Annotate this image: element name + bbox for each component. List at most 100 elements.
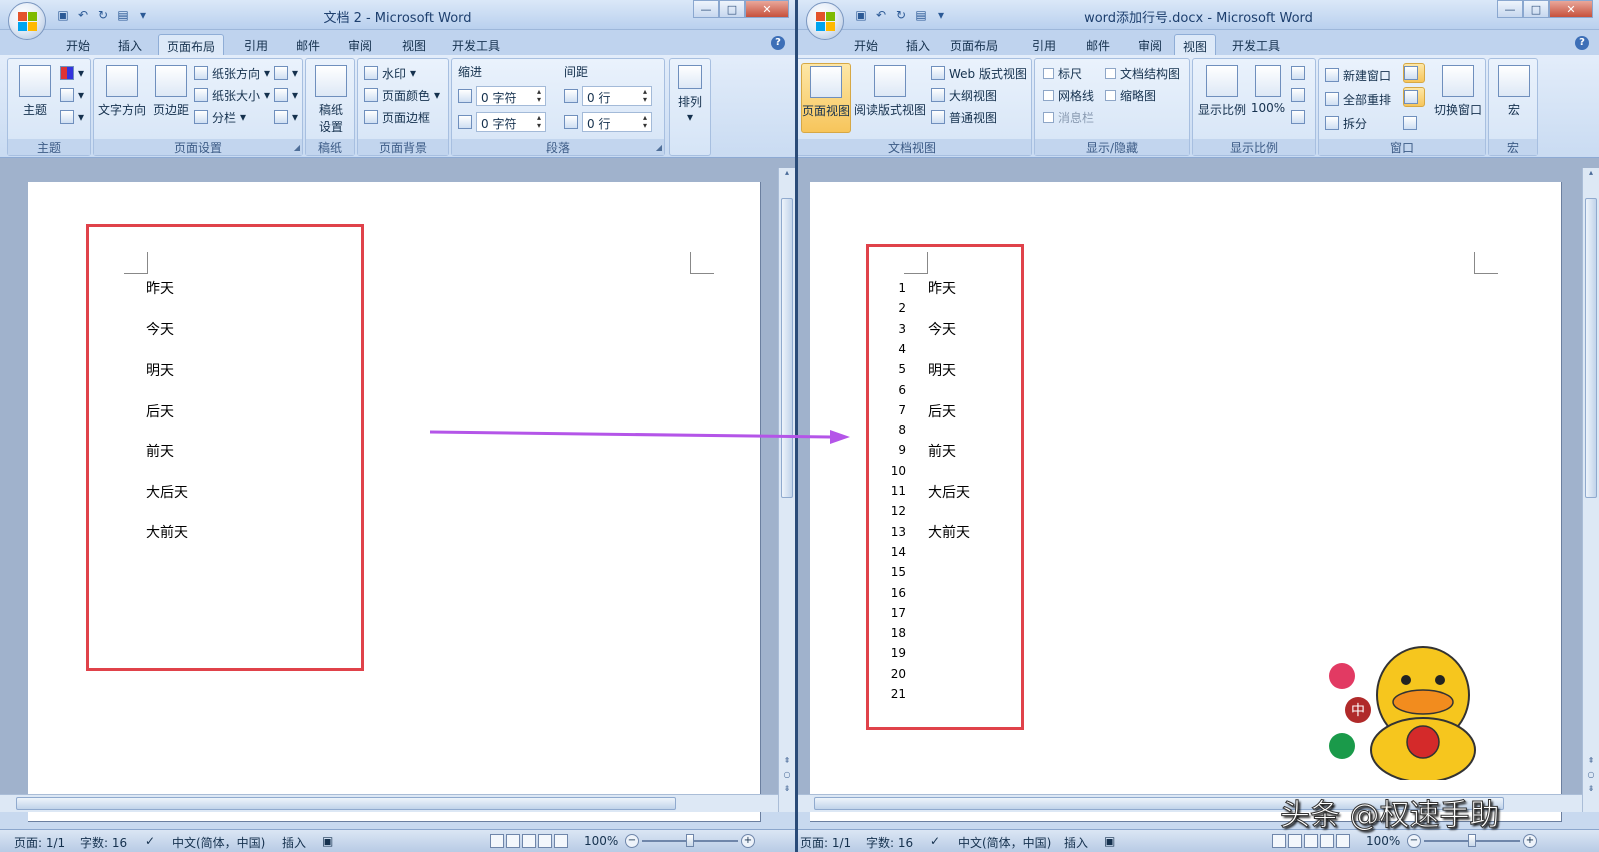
office-button[interactable]	[8, 2, 46, 40]
gridlines-checkbox[interactable]: 网格线	[1043, 85, 1094, 105]
tab-page-layout[interactable]: 页面布局	[942, 34, 1006, 55]
reset-position-button[interactable]	[1403, 113, 1417, 133]
web-view-icon[interactable]	[1304, 834, 1318, 848]
hscroll-thumb[interactable]	[16, 797, 676, 810]
margins-button[interactable]: 页边距	[148, 63, 194, 133]
theme-colors-button[interactable]: ▾	[60, 63, 84, 83]
minimize-button[interactable]: —	[693, 0, 719, 18]
insert-mode[interactable]: 插入	[282, 834, 306, 851]
tab-references[interactable]: 引用	[1024, 34, 1064, 55]
breaks-button[interactable]: ▾	[274, 63, 298, 83]
maximize-button[interactable]: □	[1523, 0, 1549, 18]
indent-left-spinner[interactable]: 0 字符	[458, 85, 546, 107]
print-layout-button[interactable]: 页面视图	[801, 63, 851, 133]
document-page[interactable]: 昨天 今天 明天 后天 前天 大后天 大前天	[28, 182, 761, 822]
draft-view-icon[interactable]	[1336, 834, 1350, 848]
arrange-all-button[interactable]: 全部重排	[1325, 89, 1391, 109]
zoom-in-icon[interactable]: +	[1523, 834, 1537, 848]
word-count[interactable]: 字数: 16	[80, 834, 127, 851]
scroll-thumb[interactable]	[1585, 198, 1597, 498]
new-window-button[interactable]: 新建窗口	[1325, 65, 1391, 85]
outline-view-icon[interactable]	[538, 834, 552, 848]
tab-page-layout[interactable]: 页面布局	[158, 34, 225, 55]
tab-mailings[interactable]: 邮件	[1078, 34, 1118, 55]
tab-review[interactable]: 审阅	[340, 34, 380, 55]
tab-view[interactable]: 视图	[1174, 34, 1217, 55]
thumbnails-checkbox[interactable]: 缩略图	[1105, 85, 1156, 105]
arrange-button[interactable]: 排列 ▾	[670, 63, 710, 133]
help-icon[interactable]: ?	[771, 36, 785, 50]
reading-view-icon[interactable]	[1288, 834, 1302, 848]
switch-windows-button[interactable]: 切换窗口	[1431, 63, 1485, 133]
indent-right-spinner[interactable]: 0 字符	[458, 111, 546, 133]
tab-references[interactable]: 引用	[236, 34, 276, 55]
maximize-button[interactable]: □	[719, 0, 745, 18]
full-reading-button[interactable]: 阅读版式视图	[853, 63, 927, 133]
browse-object-icon[interactable]: ○	[1583, 770, 1599, 784]
theme-effects-button[interactable]: ▾	[60, 107, 84, 127]
proofing-icon[interactable]: ✓	[145, 834, 155, 848]
watermark-button[interactable]: 水印 ▾	[364, 63, 416, 83]
close-button[interactable]: ✕	[1549, 0, 1593, 18]
draft-view-button[interactable]: 普通视图	[931, 107, 997, 127]
page-count[interactable]: 页面: 1/1	[800, 834, 851, 851]
zoom-100-button[interactable]: 100%	[1249, 63, 1287, 133]
outline-view-icon[interactable]	[1320, 834, 1334, 848]
outline-button[interactable]: 大纲视图	[931, 85, 997, 105]
prev-page-icon[interactable]: ⇞	[779, 756, 795, 770]
page-width-button[interactable]	[1291, 107, 1305, 127]
tab-home[interactable]: 开始	[846, 34, 886, 55]
tab-insert[interactable]: 插入	[110, 34, 150, 55]
draft-paper-button[interactable]: 稿纸 设置	[308, 63, 354, 134]
tab-mailings[interactable]: 邮件	[288, 34, 328, 55]
dialog-launcher-icon[interactable]: ◢	[656, 143, 662, 152]
view-side-by-side-button[interactable]	[1403, 63, 1425, 83]
size-button[interactable]: 纸张大小 ▾	[194, 85, 270, 105]
tab-view[interactable]: 视图	[394, 34, 434, 55]
minimize-button[interactable]: —	[1497, 0, 1523, 18]
web-layout-button[interactable]: Web 版式视图	[931, 63, 1027, 83]
tab-insert[interactable]: 插入	[898, 34, 938, 55]
tab-home[interactable]: 开始	[58, 34, 98, 55]
split-button[interactable]: 拆分	[1325, 113, 1367, 133]
scroll-thumb[interactable]	[781, 198, 793, 498]
spacing-before-spinner[interactable]: 0 行	[564, 85, 652, 107]
tab-developer[interactable]: 开发工具	[1224, 34, 1288, 55]
text-direction-button[interactable]: 文字方向	[96, 63, 148, 133]
hyphenation-button[interactable]: ▾	[274, 107, 298, 127]
vertical-scrollbar[interactable]: ▴ ⇞ ○ ⇟	[778, 168, 795, 812]
page-count[interactable]: 页面: 1/1	[14, 834, 65, 851]
dialog-launcher-icon[interactable]: ◢	[294, 143, 300, 152]
spacing-after-spinner[interactable]: 0 行	[564, 111, 652, 133]
next-page-icon[interactable]: ⇟	[779, 784, 795, 798]
macro-record-icon[interactable]: ▣	[322, 834, 333, 848]
reading-view-icon[interactable]	[506, 834, 520, 848]
zoom-in-icon[interactable]: +	[741, 834, 755, 848]
print-layout-view-icon[interactable]	[490, 834, 504, 848]
zoom-slider-knob[interactable]	[1468, 834, 1476, 847]
word-count[interactable]: 字数: 16	[866, 834, 913, 851]
horizontal-scrollbar[interactable]	[0, 794, 778, 812]
zoom-out-icon[interactable]: −	[1407, 834, 1421, 848]
language-indicator[interactable]: 中文(简体，中国)	[172, 834, 265, 851]
orientation-button[interactable]: 纸张方向 ▾	[194, 63, 270, 83]
macros-button[interactable]: 宏	[1491, 63, 1537, 133]
theme-fonts-button[interactable]: ▾	[60, 85, 84, 105]
ruler-checkbox[interactable]: 标尺	[1043, 63, 1082, 83]
insert-mode[interactable]: 插入	[1064, 834, 1088, 851]
spacing-after-field[interactable]: 0 行	[582, 112, 652, 132]
sync-scroll-button[interactable]	[1403, 87, 1425, 107]
print-layout-view-icon[interactable]	[1272, 834, 1286, 848]
macro-record-icon[interactable]: ▣	[1104, 834, 1115, 848]
close-button[interactable]: ✕	[745, 0, 789, 18]
zoom-level[interactable]: 100%	[1366, 834, 1400, 848]
indent-right-field[interactable]: 0 字符	[476, 112, 546, 132]
draft-view-icon[interactable]	[554, 834, 568, 848]
scroll-up-icon[interactable]: ▴	[779, 168, 795, 182]
zoom-button[interactable]: 显示比例	[1197, 63, 1247, 133]
zoom-level[interactable]: 100%	[584, 834, 618, 848]
zoom-out-icon[interactable]: −	[625, 834, 639, 848]
spacing-before-field[interactable]: 0 行	[582, 86, 652, 106]
browse-object-icon[interactable]: ○	[779, 770, 795, 784]
one-page-button[interactable]	[1291, 63, 1305, 83]
